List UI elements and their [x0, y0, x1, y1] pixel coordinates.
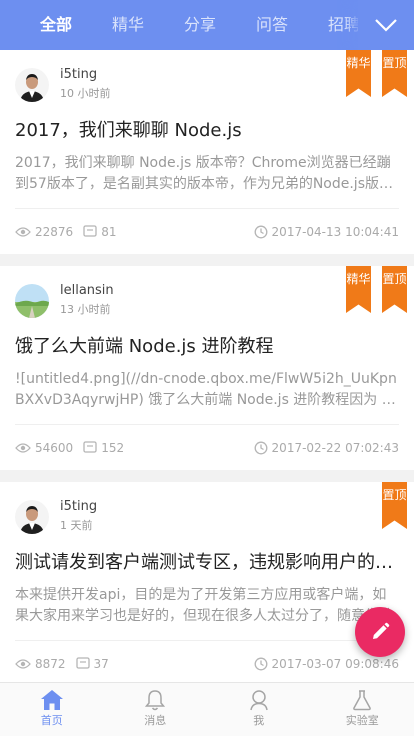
reply-count-value: 152 — [101, 440, 125, 455]
flask-icon — [353, 690, 372, 711]
author-name[interactable]: lellansin — [60, 282, 114, 300]
nav-lab[interactable]: 实验室 — [311, 683, 414, 736]
reply-count: 81 — [83, 225, 116, 239]
eye-icon — [15, 442, 31, 453]
nav-lab-label: 实验室 — [345, 714, 379, 727]
chevron-down-icon — [375, 19, 397, 32]
clock-icon — [254, 225, 267, 239]
view-count: 8872 — [15, 657, 66, 671]
comment-icon — [83, 225, 97, 237]
last-reply-time-value: 2017-02-22 07:02:43 — [271, 441, 399, 455]
topic-title[interactable]: 测试请发到客户端测试专区，违规影响用户的，直接封号 — [15, 550, 399, 576]
avatar[interactable] — [15, 68, 49, 102]
clock-icon — [254, 657, 267, 671]
view-count-value: 22876 — [35, 224, 74, 239]
reply-count-value: 81 — [101, 224, 117, 239]
nav-me[interactable]: 我 — [207, 683, 311, 736]
more-tabs-button[interactable] — [358, 0, 414, 50]
topic-summary: 2017，我们来聊聊 Node.js 版本帝？Chrome浏览器已经蹦到57版本… — [15, 155, 393, 192]
comment-icon — [75, 657, 90, 669]
avatar[interactable] — [15, 500, 49, 534]
tab-share[interactable]: 分享 — [164, 0, 236, 50]
topic-list: i5ting 10 小时前 精华 置顶 2017，我们来聊聊 Node.js 2… — [0, 50, 414, 682]
nav-home-label: 首页 — [40, 714, 63, 727]
last-reply-time: 2017-04-13 10:04:41 — [254, 209, 399, 255]
badge-group: 置顶 — [371, 482, 407, 529]
reply-count: 152 — [83, 441, 124, 455]
nav-messages-label: 消息 — [144, 714, 167, 727]
clock-icon — [254, 441, 267, 455]
view-count-value: 54600 — [35, 440, 74, 455]
view-count-value: 8872 — [35, 656, 66, 671]
nav-me-label: 我 — [253, 714, 265, 727]
post-age: 13 小时前 — [60, 303, 111, 316]
top-badge: 置顶 — [382, 266, 407, 313]
top-badge: 置顶 — [382, 50, 407, 97]
bottom-navigation: 首页 消息 我 实验室 — [0, 682, 414, 736]
topic-card[interactable]: lellansin 13 小时前 精华 置顶 饿了么大前端 Node.js 进阶… — [0, 266, 414, 470]
good-badge: 精华 — [346, 266, 371, 313]
author-name[interactable]: i5ting — [60, 498, 97, 516]
bell-icon — [145, 690, 166, 711]
last-reply-time-value: 2017-04-13 10:04:41 — [271, 225, 399, 239]
last-reply-time-value: 2017-03-07 09:08:46 — [271, 657, 399, 671]
view-count: 22876 — [15, 225, 73, 239]
topic-meta: 54600 152 2017-02-22 07:02:43 — [15, 424, 399, 470]
avatar[interactable] — [15, 284, 49, 318]
post-age: 1 天前 — [60, 519, 93, 532]
good-badge: 精华 — [346, 50, 371, 97]
topic-meta: 22876 81 2017-04-13 10:04:41 — [15, 208, 399, 254]
badge-group: 精华 置顶 — [335, 50, 407, 97]
author-name[interactable]: i5ting — [60, 66, 111, 84]
topic-card[interactable]: i5ting 10 小时前 精华 置顶 2017，我们来聊聊 Node.js 2… — [0, 50, 414, 254]
tab-ask[interactable]: 问答 — [236, 0, 308, 50]
eye-icon — [15, 226, 31, 237]
topic-summary: ![untitled4.png](//dn-cnode.qbox.me/FlwW… — [15, 371, 397, 408]
topic-title[interactable]: 饿了么大前端 Node.js 进阶教程 — [15, 334, 399, 360]
app-screen: 全部 精华 分享 问答 招聘 i5ting 10 小时前 精华 置顶 2017，… — [0, 0, 414, 736]
category-tab-bar: 全部 精华 分享 问答 招聘 — [0, 0, 414, 50]
home-icon — [40, 690, 63, 710]
pencil-icon — [373, 622, 390, 639]
topic-title[interactable]: 2017，我们来聊聊 Node.js — [15, 118, 399, 144]
reply-count-value: 37 — [93, 656, 109, 671]
nav-messages[interactable]: 消息 — [104, 683, 208, 736]
user-icon — [250, 690, 268, 711]
nav-home[interactable]: 首页 — [0, 683, 104, 736]
view-count: 54600 — [15, 441, 73, 455]
topic-meta: 8872 37 2017-03-07 09:08:46 — [15, 640, 399, 682]
badge-group: 精华 置顶 — [335, 266, 407, 313]
last-reply-time: 2017-02-22 07:02:43 — [254, 425, 399, 471]
topic-card[interactable]: i5ting 1 天前 置顶 测试请发到客户端测试专区，违规影响用户的，直接封号… — [0, 482, 414, 682]
new-topic-button[interactable] — [355, 607, 405, 657]
reply-count: 37 — [75, 656, 109, 671]
tab-all[interactable]: 全部 — [20, 0, 92, 50]
topic-summary: 本来提供开发api，目的是为了开发第三方应用或客户端，如果大家用来学习也是好的，… — [15, 587, 393, 624]
eye-icon — [15, 658, 31, 669]
comment-icon — [83, 441, 97, 453]
post-age: 10 小时前 — [60, 87, 111, 100]
top-badge: 置顶 — [382, 482, 407, 529]
tab-good[interactable]: 精华 — [92, 0, 164, 50]
